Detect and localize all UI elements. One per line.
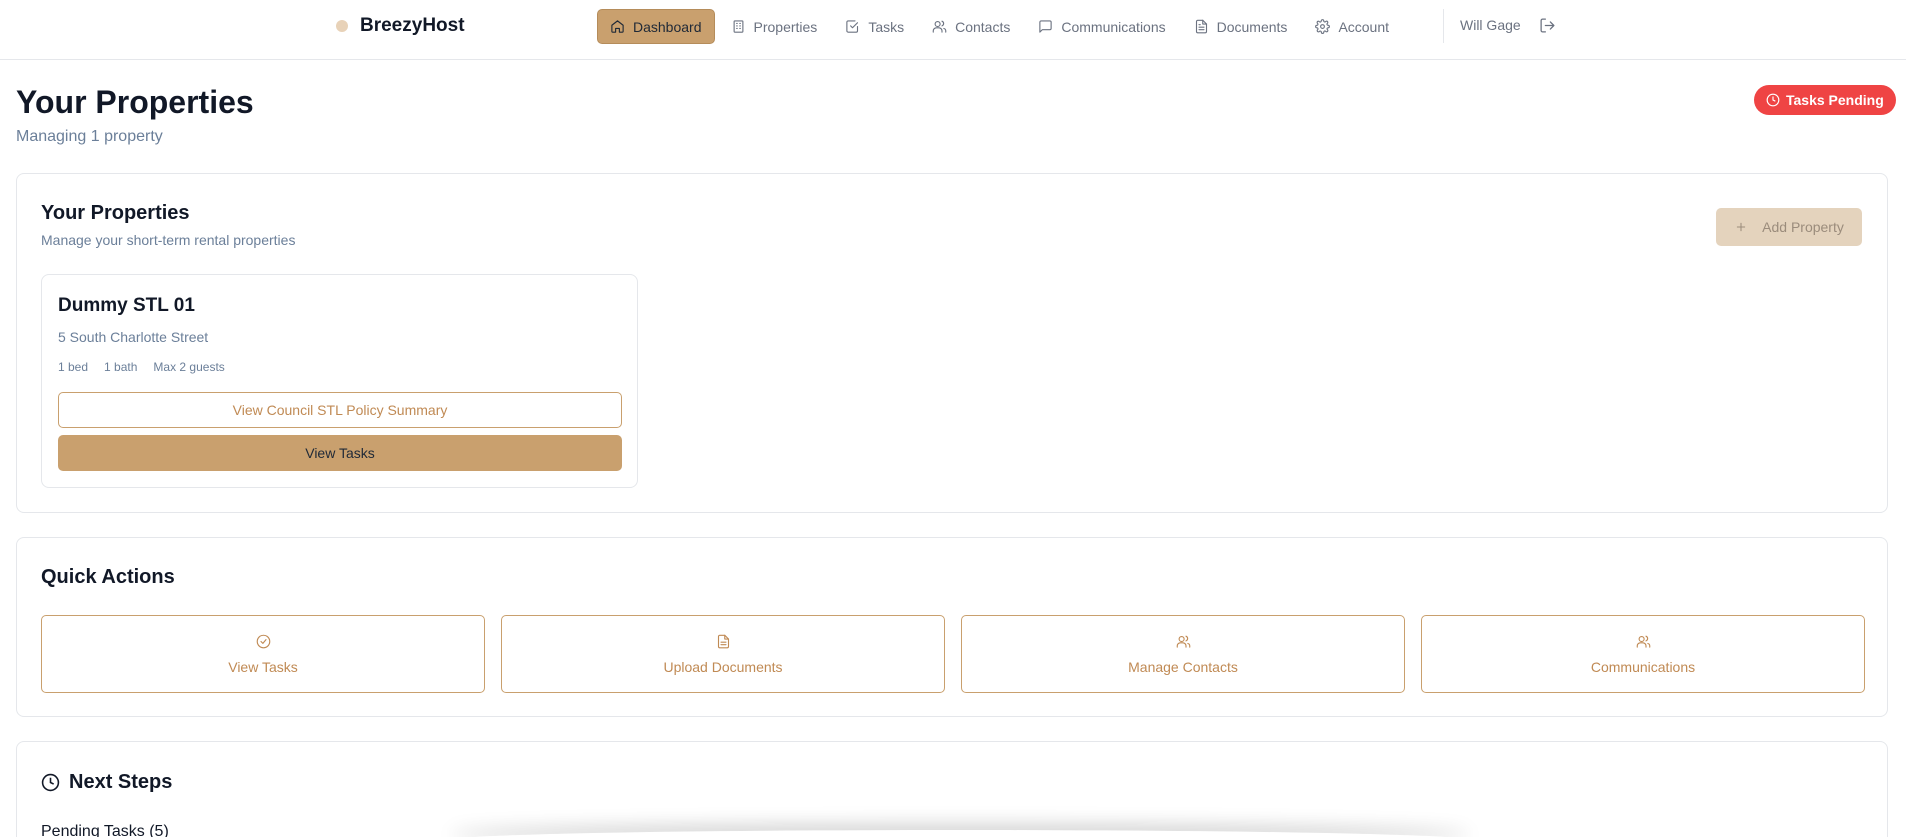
quick-action-manage-contacts[interactable]: Manage Contacts [961, 615, 1405, 693]
add-property-label: Add Property [1762, 219, 1844, 235]
nav-item-label: Account [1338, 18, 1390, 35]
brand[interactable]: BreezyHost [336, 14, 465, 38]
clock-icon [41, 773, 60, 792]
quick-action-view-tasks[interactable]: View Tasks [41, 615, 485, 693]
pending-tasks-heading: Pending Tasks (5) [41, 823, 169, 837]
quick-actions-card: Quick Actions View Tasks Upload Document… [16, 537, 1888, 717]
nav-item-contacts[interactable]: Contacts [920, 9, 1022, 44]
quick-action-communications[interactable]: Communications [1421, 615, 1865, 693]
properties-card-title: Your Properties [41, 202, 190, 224]
quick-actions-title: Quick Actions [41, 566, 175, 588]
clock-icon [1766, 93, 1780, 107]
nav-item-tasks[interactable]: Tasks [833, 9, 916, 44]
nav-item-communications[interactable]: Communications [1026, 9, 1177, 44]
nav-item-account[interactable]: Account [1303, 9, 1401, 44]
nav-divider [1443, 9, 1444, 43]
view-policy-summary-button[interactable]: View Council STL Policy Summary [58, 392, 622, 428]
plus-icon [1737, 222, 1746, 232]
page-title: Your Properties [16, 84, 254, 120]
quick-action-label: Upload Documents [663, 658, 783, 675]
nav-item-label: Dashboard [633, 18, 702, 35]
building-icon [733, 20, 743, 33]
message-icon [1039, 20, 1053, 33]
brand-name: BreezyHost [360, 15, 465, 36]
page-subtitle: Managing 1 property [16, 128, 163, 145]
brand-logo-icon [336, 20, 348, 32]
file-icon [717, 634, 729, 648]
gear-icon [1315, 19, 1331, 34]
check-square-icon [846, 20, 859, 33]
check-circle-icon [256, 634, 270, 648]
tasks-pending-badge[interactable]: Tasks Pending [1754, 85, 1896, 115]
property-address: 5 South Charlotte Street [58, 329, 209, 345]
next-steps-card: Next Steps Pending Tasks (5) [16, 741, 1888, 837]
nav-item-documents[interactable]: Documents [1182, 9, 1300, 44]
users-icon [1636, 635, 1650, 648]
file-icon [1195, 19, 1207, 34]
quick-action-upload-documents[interactable]: Upload Documents [501, 615, 945, 693]
nav-item-label: Properties [753, 18, 818, 35]
property-guests: Max 2 guests [153, 360, 225, 374]
property-card: Dummy STL 01 5 South Charlotte Street 1 … [41, 274, 638, 488]
nav-item-properties[interactable]: Properties [719, 9, 830, 44]
logout-icon[interactable] [1539, 17, 1556, 34]
next-steps-title-label: Next Steps [69, 771, 173, 793]
nav-item-label: Contacts [955, 18, 1011, 35]
add-property-button[interactable]: Add Property [1716, 208, 1862, 246]
user-name[interactable]: Will Gage [1460, 17, 1521, 33]
quick-action-label: Manage Contacts [1128, 658, 1238, 675]
users-icon [932, 20, 947, 33]
nav-item-label: Documents [1216, 18, 1288, 35]
users-icon [1176, 635, 1190, 648]
nav-item-dashboard[interactable]: Dashboard [597, 9, 715, 44]
top-navigation-bar: BreezyHost Dashboard Properties Tasks Co… [0, 0, 1906, 60]
quick-action-label: Communications [1590, 658, 1696, 675]
nav-item-label: Tasks [868, 18, 905, 35]
property-baths: 1 bath [104, 360, 138, 374]
property-beds: 1 bed [58, 360, 89, 374]
home-icon [611, 20, 624, 33]
properties-card: Your Properties Manage your short-term r… [16, 173, 1888, 513]
property-name: Dummy STL 01 [58, 295, 195, 316]
properties-card-description: Manage your short-term rental properties [41, 232, 296, 248]
quick-action-label: View Tasks [228, 658, 298, 675]
main-nav: Dashboard Properties Tasks Contacts Comm… [597, 9, 1405, 44]
view-tasks-button[interactable]: View Tasks [58, 435, 622, 471]
badge-label: Tasks Pending [1786, 92, 1884, 108]
next-steps-title: Next Steps [41, 771, 172, 794]
nav-item-label: Communications [1061, 18, 1166, 35]
property-meta: 1 bed 1 bath Max 2 guests [58, 360, 241, 374]
